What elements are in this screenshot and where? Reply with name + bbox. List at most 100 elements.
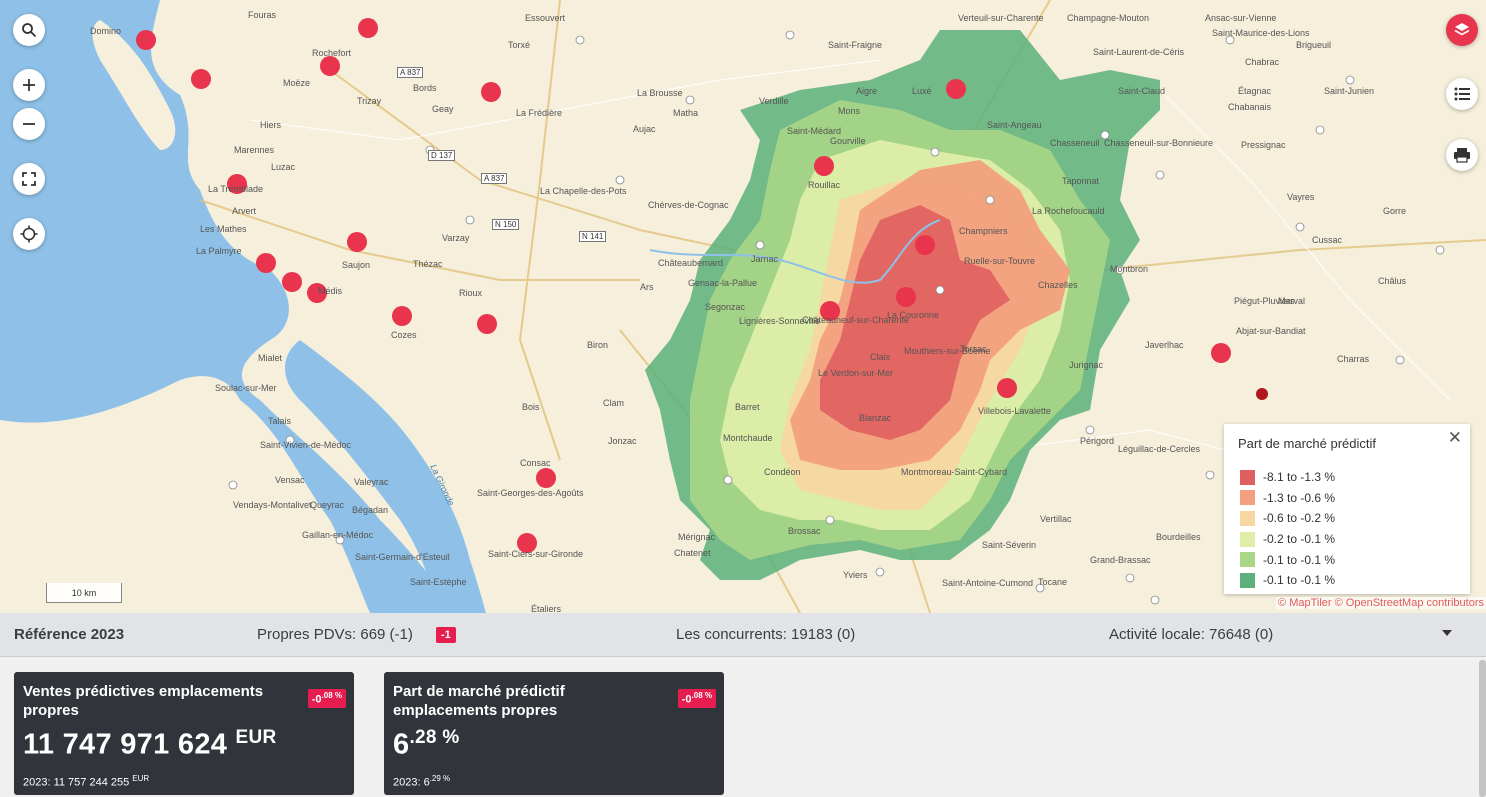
legend-label: -1.3 to -0.6 % — [1263, 490, 1336, 505]
kpi-share-change-badge: -0.08 % — [677, 689, 716, 708]
place-label: Arvert — [232, 206, 257, 216]
place-label: Saint-Séverin — [982, 540, 1037, 550]
kpi-card-market-share: Part de marché prédictif emplacements pr… — [384, 672, 724, 795]
place-label: Châteaubernard — [658, 258, 724, 268]
place-label: Saint-Ciers-sur-Gironde — [488, 549, 584, 559]
place-label: Torxé — [508, 40, 531, 50]
place-label: Barret — [735, 402, 760, 412]
place-label: Ruelle-sur-Touvre — [964, 256, 1036, 266]
kpi-sales-change-badge: -0.08 % — [307, 689, 346, 708]
place-label: Bégadan — [352, 505, 389, 515]
legend-label: -0.6 to -0.2 % — [1263, 511, 1336, 526]
pdv-change-badge: -1 — [436, 627, 456, 643]
place-label: Gorre — [1383, 206, 1407, 216]
zoom-out-button[interactable] — [13, 108, 45, 140]
place-label: Jurignac — [1069, 360, 1104, 370]
place-label: Montchaude — [723, 433, 773, 443]
print-button[interactable] — [1446, 139, 1478, 171]
minus-icon — [23, 123, 35, 125]
place-label: Thézac — [413, 259, 443, 269]
place-label: Chasseneuil — [1050, 138, 1100, 148]
place-label: Mérignac — [678, 532, 716, 542]
competitors-count: Les concurrents: 19183 (0) — [676, 626, 856, 643]
place-label: Saint-Angeau — [987, 120, 1042, 130]
legend-item: -0.1 to -0.1 % — [1238, 570, 1456, 591]
place-label: Rioux — [459, 288, 483, 298]
summary-bar: Référence 2023 Propres PDVs: 669 (-1) -1… — [0, 613, 1486, 657]
place-label: Rochefort — [312, 48, 352, 58]
place-label: Montbron — [1110, 264, 1149, 274]
place-label: Étaliers — [531, 604, 562, 613]
place-label: La Palmyre — [196, 246, 242, 256]
place-label: Marennes — [234, 145, 275, 155]
place-label: Luxé — [912, 86, 932, 96]
place-label: Bois — [522, 402, 540, 412]
map-view[interactable]: Fouras Domino Essouvert Verteuil-sur-Charen… — [0, 0, 1486, 613]
place-label: Saint-Junien — [1324, 86, 1375, 96]
place-label: Bords — [413, 83, 437, 93]
legend-label: -0.2 to -0.1 % — [1263, 532, 1336, 547]
place-label: Saint-Claud — [1118, 86, 1166, 96]
place-label: Yviers — [843, 570, 868, 580]
legend-label: -8.1 to -1.3 % — [1263, 470, 1336, 485]
zoom-in-button[interactable] — [13, 69, 45, 101]
legend-swatch — [1240, 572, 1255, 588]
kpi-share-title: Part de marché prédictif emplacements pr… — [393, 683, 565, 719]
place-label: Châlus — [1378, 276, 1407, 286]
place-label: Gourville — [830, 136, 866, 146]
place-label: Étagnac — [1238, 86, 1272, 96]
kpi-sales-title: Ventes prédictives emplacements propres — [23, 683, 264, 719]
place-label: Verdille — [759, 96, 789, 106]
kpi-card-sales: Ventes prédictives emplacements propres … — [14, 672, 354, 795]
place-label: La Couronne — [887, 310, 940, 320]
kpi-share-previous: 2023: 6.29 % — [393, 773, 451, 789]
place-label: Gaillan-en-Médoc — [302, 530, 374, 540]
place-label: Javerlhac — [1145, 340, 1184, 350]
place-label: Hiers — [260, 120, 282, 130]
place-label: Montmoreau-Saint-Cybard — [901, 467, 1008, 477]
kpi-share-value: 6.28 % — [393, 727, 460, 761]
place-label: Abjat-sur-Bandiat — [1236, 326, 1306, 336]
expand-caret-icon[interactable] — [1442, 630, 1452, 636]
place-label: Luzac — [271, 162, 296, 172]
place-label: Tocane — [1038, 577, 1068, 587]
place-label: Saint-Germain-d'Esteuil — [355, 552, 450, 562]
road-label: N 150 — [492, 219, 520, 230]
kpi-panel-scrollbar[interactable] — [1479, 660, 1486, 797]
place-label: Varzay — [442, 233, 470, 243]
locate-button[interactable] — [13, 218, 45, 250]
map-attribution[interactable]: © MapTiler © OpenStreetMap contributors — [1276, 597, 1486, 609]
map-scale: 10 km — [46, 583, 122, 603]
fullscreen-button[interactable] — [13, 163, 45, 195]
list-button[interactable] — [1446, 78, 1478, 110]
place-label: Lignières-Sonneville — [739, 316, 821, 326]
place-label: Chabanais — [1228, 102, 1272, 112]
place-label: Grand-Brassac — [1090, 555, 1151, 565]
legend-swatch — [1240, 552, 1255, 568]
place-label: Saint-Vivien-de-Médoc — [260, 440, 351, 450]
layers-button[interactable] — [1446, 14, 1478, 46]
legend-close-button[interactable]: ✕ — [1448, 428, 1462, 448]
place-label: Moëze — [283, 78, 311, 88]
place-label: Médis — [318, 286, 343, 296]
road-label: A 837 — [481, 173, 508, 184]
place-label: Biron — [587, 340, 609, 350]
place-label: Chatenet — [674, 548, 711, 558]
place-label: Soulac-sur-Mer — [215, 383, 277, 393]
legend-label: -0.1 to -0.1 % — [1263, 552, 1336, 567]
place-label: Saint-Fraigne — [828, 40, 883, 50]
place-label: Jonzac — [608, 436, 637, 446]
search-button[interactable] — [13, 14, 45, 46]
legend-item: -1.3 to -0.6 % — [1238, 488, 1456, 509]
place-label: Saint-Georges-des-Agoûts — [477, 488, 584, 498]
print-icon — [1454, 148, 1470, 163]
place-label: Vendays-Montalivet — [233, 500, 312, 510]
place-label: Queyrac — [310, 500, 345, 510]
legend-item: -0.2 to -0.1 % — [1238, 529, 1456, 550]
legend-swatch — [1240, 510, 1255, 526]
place-label: Consac — [520, 458, 551, 468]
map-legend: Part de marché prédictif ✕ -8.1 to -1.3 … — [1224, 424, 1470, 594]
place-label: Saint-Laurent-de-Céris — [1093, 47, 1185, 57]
place-label: La Chapelle-des-Pots — [540, 186, 627, 196]
place-label: Vayres — [1287, 192, 1315, 202]
